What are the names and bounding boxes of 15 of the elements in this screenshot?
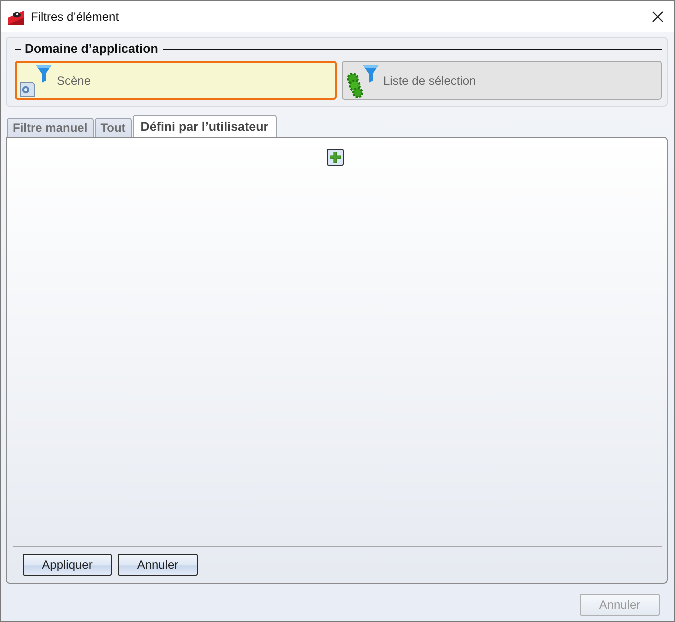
app-logo-icon: [8, 8, 24, 24]
filter-gears-icon: [346, 64, 380, 98]
domain-option-button[interactable]: Liste de sélection: [342, 61, 662, 100]
window-title: Filtres d’élément: [31, 10, 120, 24]
group-heading: Domaine d’application: [25, 42, 158, 56]
filter-document-icon: [19, 64, 53, 98]
add-button[interactable]: [326, 149, 344, 166]
tab[interactable]: Défini par l’utilisateur: [132, 115, 277, 137]
plus-icon: [330, 152, 340, 163]
tab[interactable]: Tout: [94, 118, 132, 137]
tab[interactable]: Filtre manuel: [7, 118, 94, 137]
panel-button[interactable]: Annuler: [118, 554, 198, 576]
domain-option-button[interactable]: Scène: [15, 61, 336, 100]
panel-button[interactable]: Appliquer: [23, 554, 112, 576]
close-icon[interactable]: [652, 10, 664, 22]
